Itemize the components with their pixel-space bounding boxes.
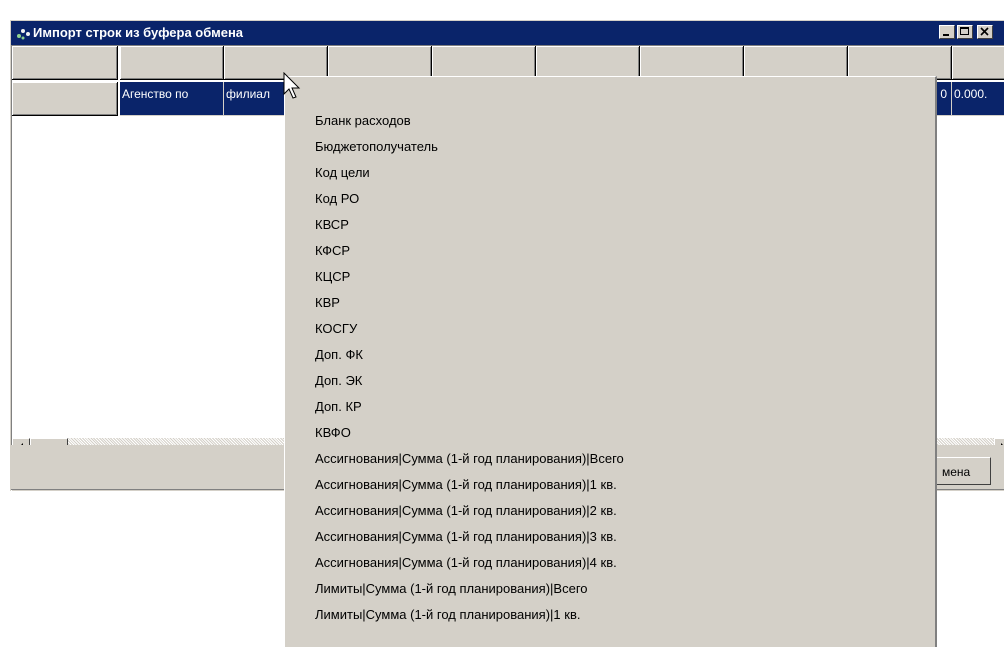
menu-item[interactable]: КВСР [315, 213, 349, 237]
menu-item[interactable]: Лимиты|Сумма (1-й год планирования)|1 кв… [315, 603, 580, 627]
row-indicator[interactable] [12, 82, 118, 116]
maximize-icon [960, 27, 969, 35]
minimize-icon [943, 34, 949, 36]
grid-corner-cell[interactable] [12, 46, 118, 80]
app-icon [17, 29, 30, 40]
menu-item[interactable]: КЦСР [315, 265, 350, 289]
menu-item[interactable]: Код цели [315, 161, 370, 185]
column-header[interactable] [432, 46, 536, 80]
grid-cell[interactable]: Агенство по [120, 82, 224, 116]
menu-item[interactable]: КОСГУ [315, 317, 357, 341]
column-header[interactable] [640, 46, 744, 80]
maximize-button[interactable] [957, 25, 973, 39]
menu-item[interactable]: Ассигнования|Сумма (1-й год планирования… [315, 499, 617, 523]
menu-item[interactable]: Бюджетополучатель [315, 135, 438, 159]
menu-item[interactable]: Ассигнования|Сумма (1-й год планирования… [315, 473, 617, 497]
column-header[interactable] [224, 46, 328, 80]
column-header[interactable] [120, 46, 224, 80]
title-bar[interactable]: Импорт строк из буфера обмена [11, 21, 1004, 45]
column-header[interactable] [848, 46, 952, 80]
grid-cell[interactable]: 0.000. [952, 82, 1004, 116]
close-icon [980, 27, 989, 36]
menu-item[interactable]: Код РО [315, 187, 359, 211]
minimize-button[interactable] [939, 25, 955, 39]
menu-item[interactable]: Доп. ЭК [315, 369, 362, 393]
menu-item[interactable]: Доп. ФК [315, 343, 363, 367]
menu-item[interactable]: Ассигнования|Сумма (1-й год планирования… [315, 525, 617, 549]
menu-item[interactable]: Ассигнования|Сумма (1-й год планирования… [315, 447, 624, 471]
column-header[interactable] [328, 46, 432, 80]
menu-item[interactable]: Бланк расходов [315, 109, 411, 133]
close-button[interactable] [977, 25, 993, 39]
menu-item[interactable]: Лимиты|Сумма (1-й год планирования)|Всег… [315, 577, 588, 601]
window-title: Импорт строк из буфера обмена [33, 25, 244, 40]
column-header[interactable] [744, 46, 848, 80]
menu-item[interactable]: КВР [315, 291, 340, 315]
menu-item[interactable]: КВФО [315, 421, 351, 445]
menu-item[interactable]: Доп. КР [315, 395, 362, 419]
menu-item[interactable]: Ассигнования|Сумма (1-й год планирования… [315, 551, 617, 575]
column-header[interactable] [952, 46, 1004, 80]
mouse-pointer-icon [283, 72, 301, 99]
column-header[interactable] [536, 46, 640, 80]
menu-item[interactable]: КФСР [315, 239, 350, 263]
column-context-menu: Бланк расходов Бюджетополучатель Код цел… [284, 76, 937, 647]
